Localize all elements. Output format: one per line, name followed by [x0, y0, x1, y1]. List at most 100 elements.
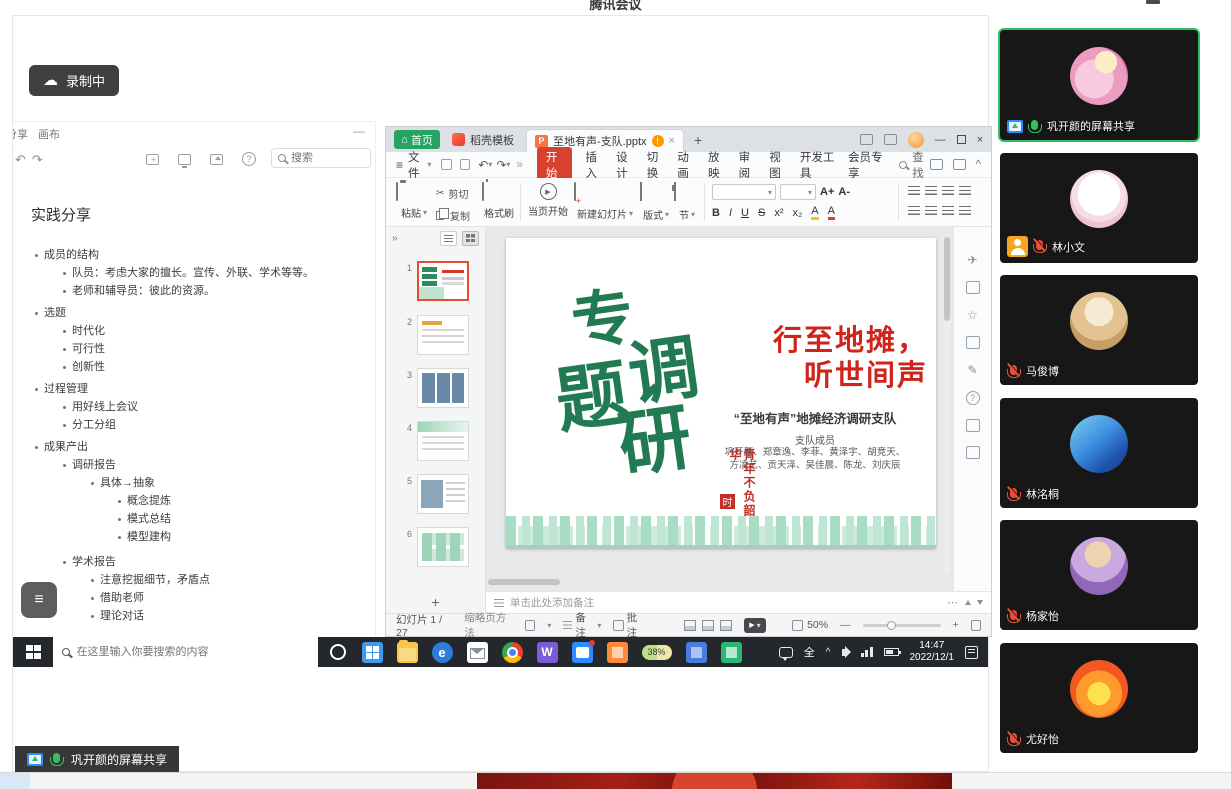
taskbar-search-input[interactable] [77, 646, 287, 658]
more-dots-icon[interactable]: ⋯ [948, 597, 960, 609]
undo-icon[interactable]: ↶ [478, 158, 488, 172]
upload-icon[interactable] [930, 159, 943, 170]
undo-icon[interactable]: ↶ [15, 152, 26, 168]
slideshow-play-button[interactable]: ▶▾ [744, 618, 766, 633]
indent-decrease-icon[interactable] [942, 186, 954, 195]
italic-button[interactable]: I [729, 207, 732, 219]
outline-item[interactable]: 队员：考虑大家的擅长。宣传、外联、学术等等。 [13, 267, 371, 280]
current-slide[interactable]: 专 调 题 研 青年不负韶华 时 行至地摊， 听世间声 “至地有声”地摊经济调研… [506, 238, 936, 548]
window-minimize-icon[interactable]: — [935, 134, 946, 146]
outline-item[interactable]: 时代化 [13, 325, 371, 338]
help-icon[interactable]: ? [966, 391, 980, 405]
window-restore-icon[interactable] [957, 135, 966, 144]
numbered-list-icon[interactable] [925, 186, 937, 195]
zoom-in-button[interactable]: + [953, 619, 959, 631]
clock[interactable]: 14:47 2022/12/1 [910, 640, 955, 664]
save-icon[interactable] [441, 159, 451, 170]
collapse-ribbon-icon[interactable]: ^ [976, 159, 981, 171]
more-icon[interactable]: » [516, 159, 522, 171]
slide-thumb-row[interactable]: 5 [386, 474, 485, 514]
align-justify-icon[interactable] [959, 206, 971, 215]
share-plane-icon[interactable]: ✈ [967, 253, 977, 267]
participant-tile[interactable]: 尤好怡 [1000, 643, 1198, 753]
taskbar-search-box[interactable] [53, 637, 318, 667]
participant-tile[interactable]: 杨家怡 [1000, 520, 1198, 630]
notes-placeholder[interactable]: 单击此处添加备注 [510, 595, 594, 610]
participant-tile[interactable]: 巩开颜的屏幕共享 [1000, 30, 1198, 140]
find-button[interactable]: 查找 [899, 149, 929, 181]
fit-slide-icon[interactable] [971, 620, 981, 631]
window-close-icon[interactable]: × [977, 134, 983, 146]
doc-search-input[interactable] [291, 152, 351, 164]
highlight-color-button[interactable]: A [811, 206, 818, 220]
outline-item[interactable]: 过程管理 [13, 383, 371, 396]
battery-percent-badge[interactable]: 38% [642, 645, 672, 660]
redo-icon[interactable]: ↷ [496, 158, 506, 172]
start-button[interactable] [26, 645, 41, 660]
font-bigger-button[interactable]: A+ [820, 186, 834, 198]
task-view-icon[interactable] [362, 642, 383, 663]
reading-view-icon[interactable] [720, 620, 732, 631]
font-family-select[interactable]: ▾ [712, 184, 776, 200]
paste-button[interactable]: 粘贴▾ [396, 183, 432, 220]
tab-close-icon[interactable]: × [669, 135, 675, 147]
mail-icon[interactable] [467, 642, 488, 663]
horizontal-scrollbar[interactable] [488, 579, 560, 585]
outline-item[interactable]: 学术报告 [13, 556, 371, 569]
outline-item[interactable]: 可行性 [13, 343, 371, 356]
participant-tile[interactable]: 林洺桐 [1000, 398, 1198, 508]
help-icon[interactable]: ? [242, 152, 256, 166]
edge-browser-icon[interactable]: e [432, 642, 453, 663]
ime-indicator[interactable]: 全 [804, 644, 815, 660]
comments-toggle[interactable]: 批注 [613, 610, 645, 640]
outline-item[interactable]: 借助老师 [13, 592, 371, 605]
superscript-button[interactable]: x² [774, 207, 783, 219]
doc-tab-canvas[interactable]: 画布 [38, 126, 60, 142]
new-tab-button[interactable]: + [694, 132, 702, 148]
wps-home-tab[interactable]: ⌂ 首页 [394, 130, 440, 149]
notes-tool-icon[interactable] [966, 281, 980, 294]
app-icon-green[interactable] [721, 642, 742, 663]
layout-button[interactable]: 版式▾ [640, 183, 672, 222]
slide-thumb-row[interactable]: 3 [386, 368, 485, 408]
outline-item[interactable]: 调研报告 [13, 459, 371, 472]
zoom-slider[interactable] [863, 624, 941, 627]
font-smaller-button[interactable]: A- [838, 186, 850, 198]
present-icon[interactable] [178, 154, 191, 165]
slide-thumb-row[interactable]: 6 [386, 527, 485, 567]
ribbon-tab-review[interactable]: 审阅 [739, 149, 757, 181]
play-from-current-button[interactable]: ▶ 当页开始 [526, 183, 570, 218]
scrollbar-thumb[interactable] [944, 237, 950, 321]
app-icon-orange[interactable] [607, 642, 628, 663]
participant-tile[interactable]: 马俊博 [1000, 275, 1198, 385]
battery-icon[interactable] [884, 648, 899, 656]
zoom-out-button[interactable]: — [840, 619, 851, 631]
chat-bubble-icon[interactable] [779, 647, 793, 658]
slide-sorter-icon[interactable] [702, 620, 714, 631]
comment-tool-icon[interactable] [966, 336, 980, 349]
export-icon[interactable] [210, 154, 223, 165]
slide-thumbnail[interactable] [417, 368, 469, 408]
volume-icon[interactable] [842, 649, 846, 656]
file-explorer-icon[interactable] [397, 642, 418, 663]
section-button[interactable]: 节▾ [674, 183, 700, 222]
workspace-grid-icon[interactable] [884, 134, 897, 145]
network-icon[interactable] [861, 647, 873, 657]
copy-button[interactable]: 复制 [436, 208, 470, 223]
ribbon-tab-slideshow[interactable]: 放映 [708, 149, 726, 181]
bullet-list-icon[interactable] [908, 186, 920, 195]
theme-icon[interactable] [525, 620, 535, 631]
outline-item[interactable]: 模型建构 [13, 531, 371, 544]
doc-search-box[interactable] [271, 148, 371, 168]
font-color-button[interactable]: A [828, 206, 835, 220]
indent-increase-icon[interactable] [959, 186, 971, 195]
align-right-icon[interactable] [942, 206, 954, 215]
page-down-icon[interactable] [977, 600, 983, 605]
split-view-icon[interactable] [860, 134, 873, 145]
office-w-icon[interactable]: W [537, 642, 558, 663]
bold-button[interactable]: B [712, 207, 720, 219]
thumbnail-view-toggle[interactable] [462, 231, 479, 246]
notes-toggle[interactable]: 备注▾ [563, 610, 601, 640]
ruler-tool-icon[interactable] [966, 419, 980, 432]
slide-thumbnail[interactable] [417, 474, 469, 514]
